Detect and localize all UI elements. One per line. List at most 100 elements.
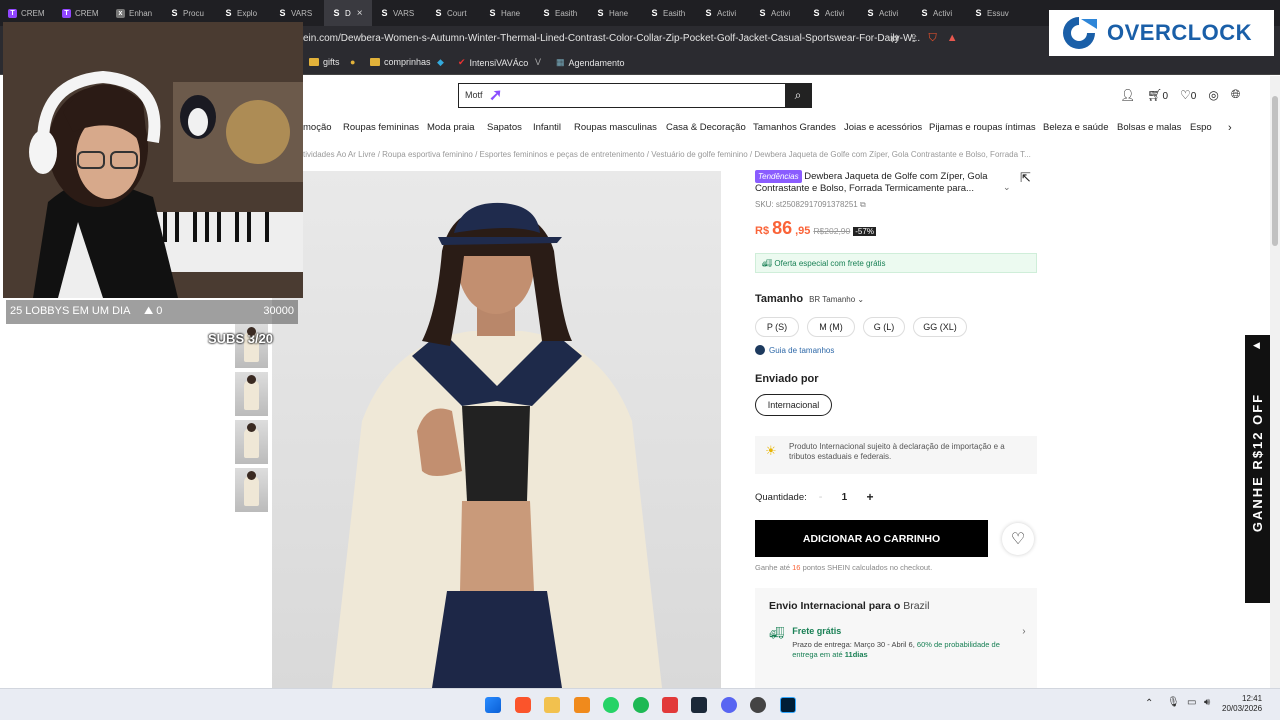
browser-tab[interactable]: S Activi	[858, 0, 912, 26]
shipping-offer-banner: 🚚︎ Oferta especial com frete grátis	[755, 253, 1037, 273]
browser-tab[interactable]: S Activi	[696, 0, 750, 26]
browser-tab[interactable]: S Activi	[750, 0, 804, 26]
browser-tab[interactable]: S Easith	[534, 0, 588, 26]
browser-tab[interactable]: S Court	[426, 0, 480, 26]
tab-label: Activi	[771, 8, 791, 18]
shipped-by-label: Enviado por	[755, 373, 819, 385]
size-system-dropdown[interactable]: BR Tamanho ⌄	[809, 295, 864, 304]
tab-favicon-icon: S	[225, 8, 232, 18]
category-item[interactable]: Roupas femininas	[343, 122, 419, 133]
product-thumbnail[interactable]	[235, 372, 268, 416]
category-item[interactable]: Sapatos	[487, 122, 522, 133]
qty-minus-button[interactable]: -	[819, 491, 823, 503]
category-item[interactable]: Espo	[1190, 122, 1212, 133]
category-item[interactable]: Roupas masculinas	[574, 122, 657, 133]
browser-tab[interactable]: S D ×	[324, 0, 372, 26]
old-price: R$202,90	[813, 226, 851, 236]
calendar-icon: ▦	[556, 57, 565, 67]
bookmark-icon-item[interactable]: ●	[350, 57, 355, 67]
wishlist-heart-button[interactable]: ♡	[1002, 523, 1034, 555]
thumbnail-list	[235, 324, 268, 516]
category-item[interactable]: Moda praia	[427, 122, 475, 133]
browser-tab[interactable]: S Hane	[588, 0, 642, 26]
add-to-cart-button[interactable]: ADICIONAR AO CARRINHO	[755, 520, 988, 557]
tab-favicon-icon: S	[171, 8, 178, 18]
whatsapp-icon[interactable]	[603, 697, 619, 713]
product-main-image[interactable]	[272, 171, 721, 688]
bookmark-icon-item-2[interactable]: ◆	[437, 57, 444, 68]
microphone-icon[interactable]: 🎙︎	[1167, 697, 1180, 708]
photoshop-icon[interactable]	[780, 697, 796, 713]
browser-tab[interactable]: S Activi	[912, 0, 966, 26]
size-option[interactable]: P (S)	[755, 317, 799, 337]
rewards-icon[interactable]: ▲	[947, 32, 958, 45]
bookmark-intensivavaco[interactable]: ✔ IntensiVAVÁco	[458, 57, 528, 68]
close-tab-icon[interactable]: ×	[357, 8, 363, 19]
category-item[interactable]: Tamanhos Grandes	[753, 122, 836, 133]
bookmark-gifts[interactable]: gifts	[309, 57, 340, 67]
tray-chevron-up-icon[interactable]: ⌃	[1145, 698, 1153, 709]
tab-label: CREM	[75, 8, 99, 18]
browser-tab[interactable]: S Activi	[804, 0, 858, 26]
system-clock[interactable]: 12:41 20/03/2026	[1222, 694, 1262, 714]
webcam-overlay	[3, 22, 303, 298]
cart-button[interactable]: 🛒︎0	[1147, 88, 1168, 102]
category-item[interactable]: Beleza e saúde	[1043, 122, 1109, 133]
share-icon[interactable]: ⇱	[1020, 170, 1031, 186]
browser-tab[interactable]: S Easith	[642, 0, 696, 26]
product-thumbnail[interactable]	[235, 420, 268, 464]
promo-side-banner[interactable]: ◀ GANHE R$12 OFF	[1245, 335, 1270, 603]
page-scrollbar[interactable]	[1270, 76, 1280, 688]
bookmark-comprinhas[interactable]: comprinhas	[370, 57, 431, 67]
volume-icon[interactable]: 🔊︎	[1204, 697, 1210, 708]
size-option[interactable]: G (L)	[863, 317, 905, 337]
category-item[interactable]: Infantil	[533, 122, 561, 133]
steam-icon[interactable]	[691, 697, 707, 713]
browser-tab[interactable]: S Hane	[480, 0, 534, 26]
bookmark-favicon-icon: ✔	[458, 57, 466, 67]
chevron-down-icon[interactable]: ⌄	[1003, 182, 1011, 193]
search-box[interactable]: Motf ➚ ⌕	[458, 83, 812, 108]
translate-icon[interactable]: ⇄	[890, 32, 899, 45]
network-icon[interactable]: ▭	[1187, 697, 1196, 708]
copy-icon[interactable]: ⧉	[860, 200, 866, 209]
size-guide-link[interactable]: Guia de tamanhos	[755, 345, 1037, 355]
url-field[interactable]: ein.com/Dewbera-Women-s-Autumn-Winter-Th…	[303, 33, 920, 44]
shipped-by-option[interactable]: Internacional	[755, 394, 832, 416]
category-item[interactable]: Joias e acessórios	[844, 122, 922, 133]
size-option[interactable]: GG (XL)	[913, 317, 967, 337]
share-icon[interactable]: ⇪	[909, 32, 918, 45]
lobbies-label: 25 LOBBYS EM UM DIA	[10, 305, 131, 317]
chevron-right-icon[interactable]: ›	[1228, 122, 1232, 134]
free-shipping-row[interactable]: 🚚︎ Frete grátis Prazo de entrega: Março …	[769, 626, 1026, 660]
wishlist-button[interactable]: ♡0	[1180, 88, 1196, 102]
category-item[interactable]: Bolsas e malas	[1117, 122, 1181, 133]
search-input[interactable]: Motf	[465, 90, 483, 100]
language-globe-icon[interactable]: 🌐︎	[1231, 87, 1241, 102]
support-icon[interactable]: ◎	[1208, 88, 1218, 102]
category-item[interactable]: Casa & Decoração	[666, 122, 746, 133]
app-red-icon[interactable]	[662, 697, 678, 713]
search-button[interactable]: ⌕	[785, 84, 811, 107]
bookmark-agendamento[interactable]: ▦ Agendamento	[556, 57, 625, 68]
file-explorer-icon[interactable]	[544, 697, 560, 713]
product-thumbnail[interactable]	[235, 468, 268, 512]
size-option[interactable]: M (M)	[807, 317, 855, 337]
user-icon[interactable]: 👤︎	[1120, 88, 1135, 102]
start-windows-icon[interactable]	[485, 697, 501, 713]
scrollbar-thumb[interactable]	[1272, 96, 1278, 246]
browser-tab[interactable]: S Essuv	[966, 0, 1020, 26]
tab-favicon-icon: S	[921, 8, 928, 18]
browser-tab[interactable]: S VARS	[372, 0, 426, 26]
obs-icon[interactable]	[750, 697, 766, 713]
category-item[interactable]: moção	[303, 122, 332, 133]
qty-plus-button[interactable]: +	[866, 490, 873, 504]
category-item[interactable]: Pijamas e roupas íntimas	[929, 122, 1036, 133]
bookmark-v-item[interactable]: V	[535, 57, 541, 67]
sublime-text-icon[interactable]	[574, 697, 590, 713]
brave-shield-icon[interactable]: ⛉	[928, 32, 936, 45]
brave-browser-icon[interactable]	[515, 697, 531, 713]
discord-icon[interactable]	[721, 697, 737, 713]
spotify-icon[interactable]	[633, 697, 649, 713]
qty-value[interactable]: 1	[834, 492, 854, 503]
